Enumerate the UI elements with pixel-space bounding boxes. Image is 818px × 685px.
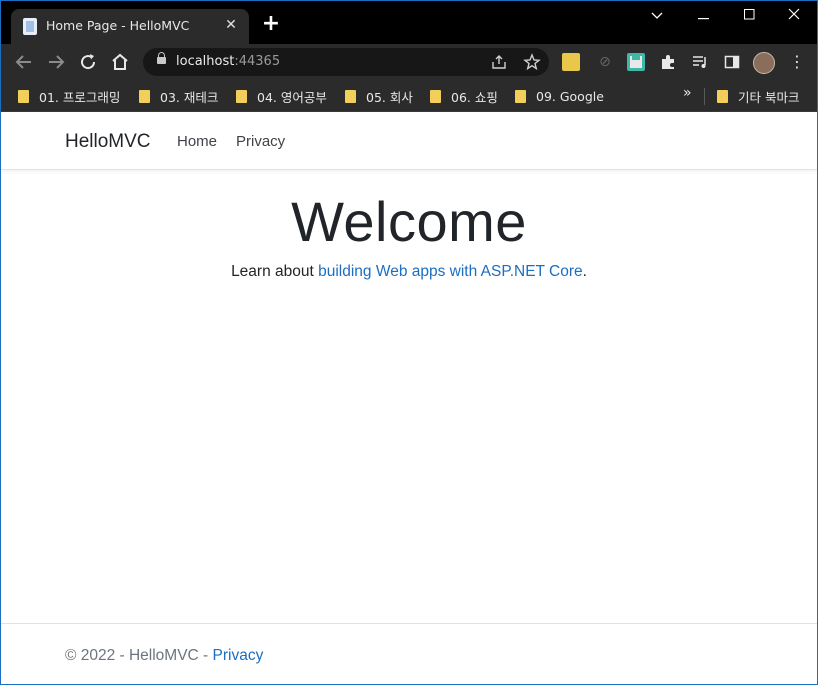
more-bookmarks-button[interactable]: »	[683, 85, 692, 101]
site-footer: © 2022 - HelloMVC - Privacy	[1, 623, 817, 684]
maximize-button[interactable]	[734, 5, 764, 29]
bookmark-folder[interactable]: 09. Google	[515, 86, 604, 106]
site-navbar: HelloMVC Home Privacy	[1, 112, 817, 170]
bookmarks-bar: 01. 프로그래밍 03. 재테크 04. 영어공부 05. 회사 06. 쇼핑…	[1, 80, 817, 112]
bookmark-folder[interactable]: 05. 회사	[345, 86, 413, 106]
site-brand-link[interactable]: HelloMVC	[65, 131, 151, 153]
extension-1-icon[interactable]	[562, 53, 580, 71]
url-text: localhost:44365	[176, 54, 281, 69]
page-title: Welcome	[291, 190, 527, 253]
sidebar-icon[interactable]	[723, 53, 741, 71]
minimize-button[interactable]	[689, 5, 719, 29]
folder-icon	[139, 89, 150, 103]
title-bar: Home Page - HelloMVC ✕ +	[1, 1, 817, 44]
new-tab-button[interactable]: +	[261, 13, 281, 35]
intro-text: Learn about building Web apps with ASP.N…	[231, 263, 587, 280]
star-icon[interactable]	[523, 53, 541, 75]
nav-privacy-link[interactable]: Privacy	[236, 133, 285, 150]
close-window-button[interactable]	[779, 5, 809, 29]
close-tab-icon[interactable]: ✕	[221, 15, 241, 35]
home-icon[interactable]	[108, 50, 132, 74]
share-icon[interactable]	[490, 53, 508, 75]
other-bookmarks-folder[interactable]: 기타 북마크	[717, 86, 799, 106]
nav-home-link[interactable]: Home	[177, 133, 217, 150]
folder-icon	[717, 89, 728, 103]
tab-title: Home Page - HelloMVC	[46, 18, 190, 33]
page-favicon-icon	[23, 18, 37, 35]
media-icon[interactable]	[691, 53, 709, 71]
profile-avatar[interactable]	[753, 52, 775, 74]
browser-toolbar: localhost:44365 ⊘ ⋮	[1, 44, 817, 80]
back-icon[interactable]	[12, 50, 36, 74]
extension-2-icon[interactable]: ⊘	[596, 53, 614, 71]
docs-link[interactable]: building Web apps with ASP.NET Core	[318, 263, 583, 280]
bookmarks-divider	[704, 88, 705, 105]
menu-icon[interactable]: ⋮	[788, 53, 806, 71]
save-extension-icon[interactable]	[627, 53, 645, 71]
folder-icon	[345, 89, 356, 103]
browser-window: Home Page - HelloMVC ✕ + localhost:44365…	[0, 0, 818, 685]
bookmark-folder[interactable]: 03. 재테크	[139, 86, 218, 106]
reload-icon[interactable]	[76, 50, 100, 74]
footer-privacy-link[interactable]: Privacy	[213, 647, 264, 664]
forward-icon[interactable]	[44, 50, 68, 74]
folder-icon	[18, 89, 29, 103]
bookmark-folder[interactable]: 04. 영어공부	[236, 86, 327, 106]
bookmark-folder[interactable]: 01. 프로그래밍	[18, 86, 120, 106]
folder-icon	[430, 89, 441, 103]
puzzle-icon[interactable]	[659, 53, 677, 71]
folder-icon	[515, 89, 526, 103]
browser-tab[interactable]: Home Page - HelloMVC ✕	[11, 9, 249, 44]
bookmark-folder[interactable]: 06. 쇼핑	[430, 86, 498, 106]
footer-text: © 2022 - HelloMVC - Privacy	[65, 647, 264, 664]
lock-icon	[157, 52, 166, 64]
address-bar[interactable]: localhost:44365	[143, 48, 549, 76]
tab-search-chevron-icon[interactable]	[642, 5, 672, 29]
folder-icon	[236, 89, 247, 103]
